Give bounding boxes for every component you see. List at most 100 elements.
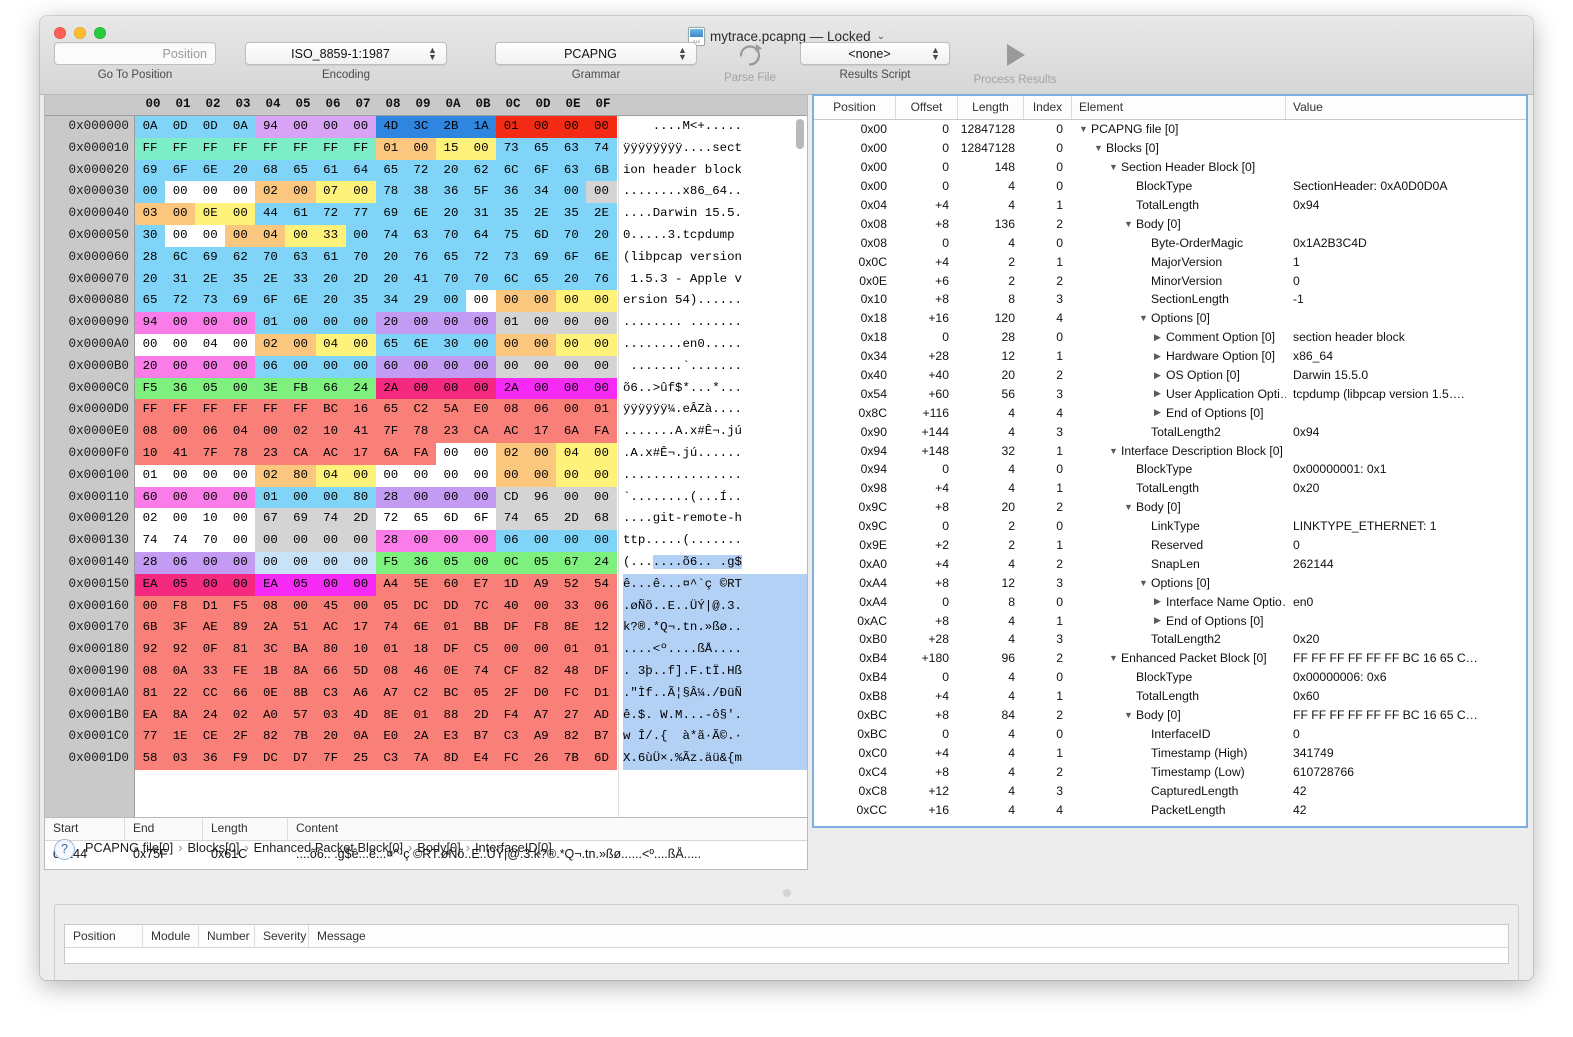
disclosure-open-icon[interactable]: ▼ bbox=[1124, 219, 1136, 229]
hex-byte-cell[interactable]: 62 bbox=[225, 247, 255, 269]
hex-byte-cell[interactable]: 00 bbox=[466, 312, 496, 334]
hex-byte-cell[interactable]: 00 bbox=[586, 487, 616, 509]
hex-byte-cell[interactable]: 18 bbox=[406, 639, 436, 661]
hex-byte-cell[interactable]: 66 bbox=[225, 683, 255, 705]
hex-ascii-row[interactable]: ion header block bbox=[623, 160, 807, 182]
hex-byte-cell[interactable]: 65 bbox=[376, 334, 406, 356]
hex-byte-cell[interactable]: 0D bbox=[195, 116, 225, 138]
hex-byte-cell[interactable]: 0A bbox=[135, 116, 165, 138]
hex-byte-grid[interactable]: 0A0D0D0A940000004D3C2B1A01000000FFFFFFFF… bbox=[135, 116, 618, 817]
hex-row[interactable]: 286C6962706361702076657273696F6E bbox=[135, 247, 618, 269]
hex-byte-cell[interactable]: 94 bbox=[255, 116, 285, 138]
hex-byte-cell[interactable]: 36 bbox=[406, 552, 436, 574]
hex-ascii-row[interactable]: 0.....3.tcpdump bbox=[623, 225, 807, 247]
hex-byte-cell[interactable]: 6D bbox=[586, 748, 616, 770]
hex-byte-cell[interactable]: 74 bbox=[376, 225, 406, 247]
hex-byte-cell[interactable]: 65 bbox=[526, 269, 556, 291]
hex-ascii-row[interactable]: . 3þ..f].F.tÏ.Hß bbox=[623, 661, 807, 683]
hex-byte-cell[interactable]: 20 bbox=[316, 269, 346, 291]
hex-ascii-column[interactable]: ....M<+.....ÿÿÿÿÿÿÿÿ....section header b… bbox=[618, 116, 807, 817]
hex-byte-cell[interactable]: 00 bbox=[346, 225, 376, 247]
hex-byte-cell[interactable]: 00 bbox=[135, 596, 165, 618]
hex-byte-cell[interactable]: 01 bbox=[376, 639, 406, 661]
hex-byte-cell[interactable]: 77 bbox=[346, 203, 376, 225]
hex-byte-cell[interactable]: 00 bbox=[285, 312, 315, 334]
hex-byte-cell[interactable]: 08 bbox=[496, 399, 526, 421]
hex-byte-cell[interactable]: FF bbox=[165, 138, 195, 160]
tree-header-length[interactable]: Length bbox=[958, 96, 1024, 119]
hex-ascii-row[interactable]: ....git-remote-h bbox=[623, 508, 807, 530]
hex-byte-cell[interactable]: F5 bbox=[376, 552, 406, 574]
hex-row[interactable]: 2806000000000000F53605000C056724 bbox=[135, 552, 618, 574]
hex-byte-cell[interactable]: 74 bbox=[586, 138, 616, 160]
hex-byte-cell[interactable]: 00 bbox=[466, 378, 496, 400]
hex-byte-cell[interactable]: 6F bbox=[466, 508, 496, 530]
hex-byte-cell[interactable]: 69 bbox=[225, 290, 255, 312]
hex-byte-cell[interactable]: 06 bbox=[586, 596, 616, 618]
tree-header-value[interactable]: Value bbox=[1286, 96, 1526, 119]
hex-byte-cell[interactable]: 01 bbox=[556, 639, 586, 661]
hex-byte-cell[interactable]: 63 bbox=[556, 138, 586, 160]
hex-byte-cell[interactable]: 00 bbox=[586, 530, 616, 552]
hex-byte-cell[interactable]: 00 bbox=[586, 356, 616, 378]
hex-byte-cell[interactable]: F8 bbox=[165, 596, 195, 618]
hex-byte-cell[interactable]: FE bbox=[225, 661, 255, 683]
tree-row[interactable]: 0xB8+441TotalLength0x60 bbox=[814, 687, 1526, 706]
hex-byte-cell[interactable]: 73 bbox=[496, 138, 526, 160]
hex-byte-cell[interactable]: 8B bbox=[285, 683, 315, 705]
hex-byte-cell[interactable]: 00 bbox=[436, 356, 466, 378]
hex-byte-cell[interactable]: A9 bbox=[526, 726, 556, 748]
hex-byte-cell[interactable]: 20 bbox=[436, 203, 466, 225]
hex-byte-cell[interactable]: 2F bbox=[225, 726, 255, 748]
hex-byte-cell[interactable]: 00 bbox=[466, 356, 496, 378]
hex-byte-cell[interactable]: 00 bbox=[586, 378, 616, 400]
hex-byte-cell[interactable]: 00 bbox=[436, 465, 466, 487]
hex-byte-cell[interactable]: 57 bbox=[285, 705, 315, 727]
hex-byte-cell[interactable]: 00 bbox=[285, 225, 315, 247]
hex-byte-cell[interactable]: 36 bbox=[436, 181, 466, 203]
hex-row[interactable]: 03000E0044617277696E2031352E352E bbox=[135, 203, 618, 225]
hex-byte-cell[interactable]: 01 bbox=[255, 487, 285, 509]
hex-byte-cell[interactable]: D1 bbox=[586, 683, 616, 705]
tree-row[interactable]: 0xB4040BlockType0x00000006: 0x6 bbox=[814, 668, 1526, 687]
hex-byte-cell[interactable]: 00 bbox=[436, 487, 466, 509]
hex-byte-cell[interactable]: 41 bbox=[406, 269, 436, 291]
hex-byte-cell[interactable]: 76 bbox=[406, 247, 436, 269]
hex-byte-cell[interactable]: 00 bbox=[285, 334, 315, 356]
hex-byte-cell[interactable]: 5F bbox=[466, 181, 496, 203]
hex-row[interactable]: FFFFFFFFFFFFBC1665C25AE008060001 bbox=[135, 399, 618, 421]
hex-byte-cell[interactable]: 72 bbox=[406, 160, 436, 182]
hex-byte-cell[interactable]: 54 bbox=[586, 574, 616, 596]
hex-byte-cell[interactable]: 78 bbox=[406, 421, 436, 443]
disclosure-open-icon[interactable]: ▼ bbox=[1139, 578, 1151, 588]
hex-byte-cell[interactable]: E7 bbox=[466, 574, 496, 596]
tree-row[interactable]: 0x94+148321▼Interface Description Block … bbox=[814, 441, 1526, 460]
hex-byte-cell[interactable]: 00 bbox=[496, 465, 526, 487]
hex-byte-cell[interactable]: 2A bbox=[496, 378, 526, 400]
hex-byte-cell[interactable]: F5 bbox=[135, 378, 165, 400]
hex-byte-cell[interactable]: A4 bbox=[376, 574, 406, 596]
hex-byte-cell[interactable]: 00 bbox=[225, 225, 255, 247]
hex-byte-cell[interactable]: 3C bbox=[255, 639, 285, 661]
hex-byte-cell[interactable]: 2A bbox=[255, 617, 285, 639]
hex-byte-cell[interactable]: 70 bbox=[195, 530, 225, 552]
hex-byte-cell[interactable]: 00 bbox=[225, 530, 255, 552]
hex-ascii-row[interactable]: .A.x#Ê¬.jú...... bbox=[623, 443, 807, 465]
hex-byte-cell[interactable]: 82 bbox=[255, 726, 285, 748]
disclosure-closed-icon[interactable]: ▶ bbox=[1154, 596, 1166, 607]
hex-byte-cell[interactable]: 78 bbox=[376, 181, 406, 203]
tree-row[interactable]: 0xBC+8842▼Body [0]FF FF FF FF FF FF BC 1… bbox=[814, 706, 1526, 725]
hex-byte-cell[interactable]: 74 bbox=[165, 530, 195, 552]
hex-byte-cell[interactable]: 66 bbox=[316, 661, 346, 683]
tree-row[interactable]: 0x000128471280▼PCAPNG file [0] bbox=[814, 120, 1526, 139]
hex-ascii-row[interactable]: õ6..>ûf$*...*... bbox=[623, 378, 807, 400]
hex-byte-cell[interactable]: 0A bbox=[165, 661, 195, 683]
hex-byte-cell[interactable]: 2E bbox=[195, 269, 225, 291]
disclosure-closed-icon[interactable]: ▶ bbox=[1154, 407, 1166, 418]
hex-byte-cell[interactable]: 00 bbox=[466, 443, 496, 465]
hex-ascii-row[interactable]: ersion 54)...... bbox=[623, 290, 807, 312]
hex-byte-cell[interactable]: 3E bbox=[255, 378, 285, 400]
hex-byte-cell[interactable]: 70 bbox=[255, 247, 285, 269]
hex-byte-cell[interactable]: FC bbox=[496, 748, 526, 770]
hex-byte-cell[interactable]: 00 bbox=[225, 203, 255, 225]
